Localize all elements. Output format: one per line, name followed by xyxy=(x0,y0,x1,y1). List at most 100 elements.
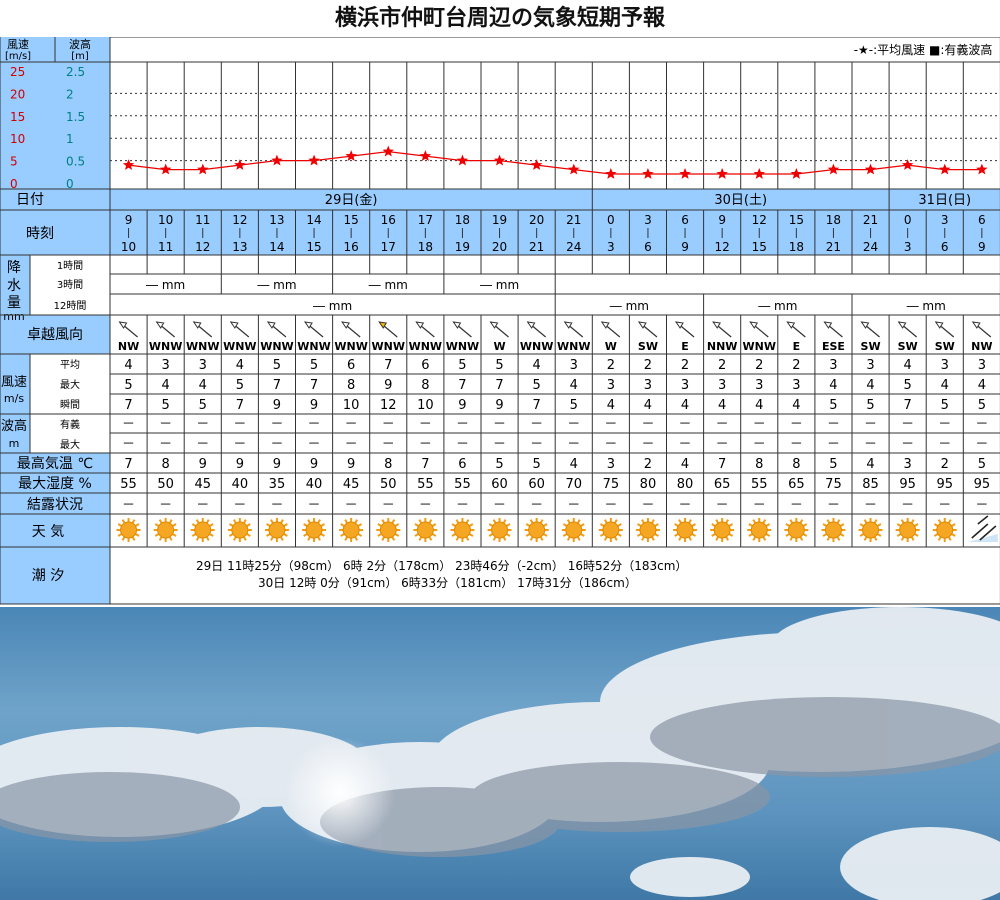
dew-row-value: － xyxy=(233,498,246,513)
time-end: 24 xyxy=(566,240,581,254)
dew-row-value: － xyxy=(122,498,135,513)
time-end: 6 xyxy=(644,240,652,254)
time-start: 11 xyxy=(195,213,210,227)
wave-max-row-value: － xyxy=(493,437,506,452)
dew-row-value: － xyxy=(567,498,580,513)
wind-gust-row-value: 4 xyxy=(792,398,800,413)
precip-12h-value: ― mm xyxy=(313,299,352,313)
wave-max-row-value: － xyxy=(938,437,951,452)
wave-sig-row-value: － xyxy=(308,417,321,432)
wind-avg-row-value: 6 xyxy=(421,358,429,373)
wind-max-row-value: 4 xyxy=(941,378,949,393)
wind-gust-row-value: 4 xyxy=(644,398,652,413)
precip-3h-value: ― mm xyxy=(369,278,408,292)
wind-max-row-value: 9 xyxy=(384,378,392,393)
wind-max-row-value: 5 xyxy=(904,378,912,393)
sunny-icon xyxy=(194,521,212,539)
wave-sig-row-value: － xyxy=(679,417,692,432)
wave-sig-row-value: － xyxy=(938,417,951,432)
temp-row-value: 5 xyxy=(533,457,541,472)
wave-max-row-value: － xyxy=(233,437,246,452)
dew-row-value: － xyxy=(159,498,172,513)
temp-row-value: 5 xyxy=(829,457,837,472)
wind-max-row-value: 7 xyxy=(495,378,503,393)
time-end: 17 xyxy=(381,240,396,254)
dew-row-value: － xyxy=(419,498,432,513)
wave-max-row-value: － xyxy=(827,437,840,452)
time-start: 3 xyxy=(941,213,949,227)
temp-row-value: 9 xyxy=(347,457,355,472)
wave-max-row-value: － xyxy=(308,437,321,452)
time-end: 19 xyxy=(455,240,470,254)
wind-direction-value: WNW xyxy=(334,340,367,353)
dew-row-value: － xyxy=(345,498,358,513)
wind-gust-row-value: 10 xyxy=(417,398,434,413)
wind-avg-row-value: 4 xyxy=(904,358,912,373)
humidity-row-value: 50 xyxy=(157,477,174,492)
wind-gust-row-value: 4 xyxy=(718,398,726,413)
humidity-row-value: 95 xyxy=(974,477,991,492)
wave-sig-row-value: － xyxy=(753,417,766,432)
sunny-icon xyxy=(602,521,620,539)
wind-direction-value: W xyxy=(493,340,505,353)
time-start: 15 xyxy=(344,213,359,227)
sunny-icon xyxy=(936,521,954,539)
wind-gust-row-value: 5 xyxy=(941,398,949,413)
humidity-row-value: 95 xyxy=(936,477,953,492)
wind-direction-value: SW xyxy=(898,340,918,353)
wind-avg-row-value: 5 xyxy=(495,358,503,373)
dew-row-value: － xyxy=(641,498,654,513)
temp-row-value: 2 xyxy=(941,457,949,472)
wind-max-row-value: 3 xyxy=(644,378,652,393)
wind-max-row-value: 3 xyxy=(755,378,763,393)
sunny-icon xyxy=(157,521,175,539)
wave-sig-row-value: － xyxy=(122,417,135,432)
wind-avg-row-value: 3 xyxy=(199,358,207,373)
humidity-row-value: 45 xyxy=(343,477,360,492)
humidity-row-value: 75 xyxy=(603,477,620,492)
wind-avg-row-value: 2 xyxy=(681,358,689,373)
wind-direction-value: WNW xyxy=(149,340,182,353)
humidity-row-value: 80 xyxy=(640,477,657,492)
wind-direction-value: WNW xyxy=(743,340,776,353)
dew-row-value: － xyxy=(753,498,766,513)
precip-label: 水 xyxy=(7,278,21,294)
precip-12h-value: ― mm xyxy=(610,299,649,313)
date-row-label: 日付 xyxy=(16,192,44,208)
wind-gust-row-value: 9 xyxy=(310,398,318,413)
wind-direction-value: ESE xyxy=(822,340,845,353)
wave-sig-row-value: － xyxy=(270,417,283,432)
wave-sig-row-value: － xyxy=(641,417,654,432)
precip-12h-value: ― mm xyxy=(758,299,797,313)
humidity-row-value: 55 xyxy=(417,477,434,492)
wave-sig-row-value: － xyxy=(716,417,729,432)
sunny-icon xyxy=(379,521,397,539)
wind-avg-row-value: 4 xyxy=(124,358,132,373)
wind-gust-row-value: 10 xyxy=(343,398,360,413)
wind-gust-row-value: 7 xyxy=(904,398,912,413)
wave-max-row-value: － xyxy=(196,437,209,452)
temp-row-value: 5 xyxy=(495,457,503,472)
wind-gust-row-value: 9 xyxy=(495,398,503,413)
wind-direction-value: WNW xyxy=(260,340,293,353)
sunny-icon xyxy=(453,521,471,539)
y-tick-label: 25 xyxy=(10,65,25,79)
wave-sig-row-value: － xyxy=(530,417,543,432)
wind-avg-row-value: 3 xyxy=(978,358,986,373)
wave-sig-row-value: － xyxy=(901,417,914,432)
temp-row-value: 7 xyxy=(718,457,726,472)
sunny-icon xyxy=(676,521,694,539)
sunny-icon xyxy=(824,521,842,539)
wind-max-row-value: 7 xyxy=(310,378,318,393)
time-end: 21 xyxy=(529,240,544,254)
wind-max-row-value: 8 xyxy=(347,378,355,393)
temp-row-value: 4 xyxy=(681,457,689,472)
wind-avg-row-value: 5 xyxy=(273,358,281,373)
tide-line-1: 29日 11時25分（98cm） 6時 2分（178cm） 23時46分（-2c… xyxy=(196,559,687,573)
time-end: 16 xyxy=(344,240,359,254)
humidity-row-value: 60 xyxy=(528,477,545,492)
time-start: 12 xyxy=(232,213,247,227)
wind-gust-row-value: 4 xyxy=(755,398,763,413)
humidity-label: 最大湿度 % xyxy=(18,476,92,492)
wind-max-row-value: 3 xyxy=(718,378,726,393)
